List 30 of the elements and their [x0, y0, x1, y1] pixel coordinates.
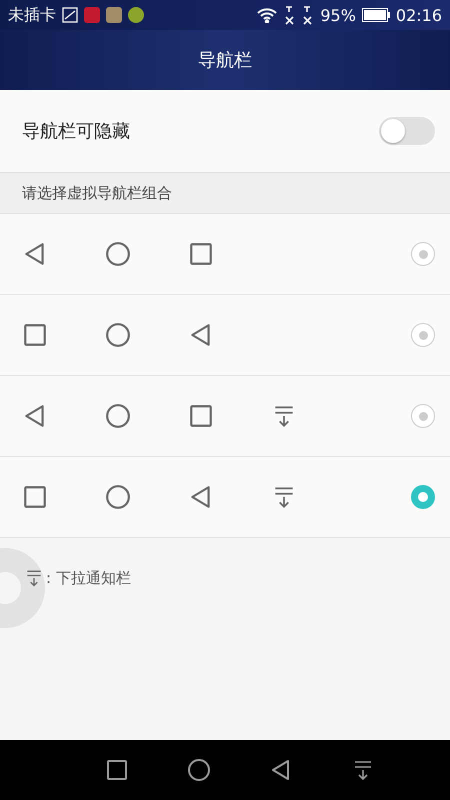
home-circle-icon [105, 484, 131, 510]
recent-apps-icon [22, 484, 48, 510]
recent-apps-icon [188, 241, 214, 267]
no-signal-icon [302, 5, 314, 25]
image-icon [62, 7, 78, 23]
radio-button[interactable] [411, 485, 435, 509]
app-icon [84, 7, 100, 23]
home-circle-icon [105, 403, 131, 429]
app-icon [128, 7, 144, 23]
page-title: 导航栏 [198, 49, 252, 72]
toggle-switch[interactable] [379, 117, 435, 145]
section-title: 请选择虚拟导航栏组合 [22, 184, 172, 202]
wifi-icon [256, 7, 278, 23]
carrier-text: 未插卡 [8, 4, 56, 26]
setting-label: 导航栏可隐藏 [22, 120, 130, 143]
home-circle-icon [187, 758, 211, 782]
recent-apps-icon [105, 758, 129, 782]
no-signal-icon [284, 5, 296, 25]
recent-apps-icon [188, 403, 214, 429]
radio-button[interactable] [411, 404, 435, 428]
battery-icon [362, 8, 390, 22]
legend-text: : 下拉通知栏 [46, 568, 131, 588]
recent-apps-icon [22, 322, 48, 348]
app-icon [106, 7, 122, 23]
battery-percent: 95% [320, 6, 356, 24]
radio-button[interactable] [411, 323, 435, 347]
clock-text: 02:16 [396, 6, 442, 24]
home-circle-icon [105, 241, 131, 267]
radio-button[interactable] [411, 242, 435, 266]
home-circle-icon [105, 322, 131, 348]
